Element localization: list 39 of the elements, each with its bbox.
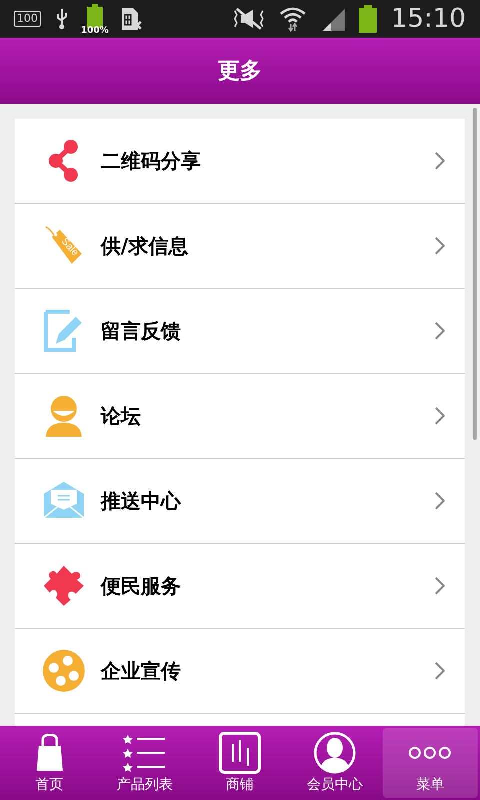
- wifi-icon: [279, 6, 308, 32]
- battery-icon: [87, 4, 103, 28]
- sim-count-indicator: 100: [14, 11, 41, 27]
- tab-bar-item[interactable]: 商铺: [192, 728, 288, 798]
- edit-icon: [44, 310, 84, 352]
- chevron-right-icon: [435, 322, 445, 340]
- puzzle-piece-icon: [43, 565, 85, 607]
- chevron-right-icon: [435, 662, 445, 680]
- tab-bar-item[interactable]: 菜单: [382, 728, 478, 798]
- chevron-right-icon: [435, 237, 445, 255]
- menu-item[interactable]: 二维码分享: [15, 119, 465, 204]
- more-dots-icon: [408, 746, 452, 760]
- sim-card-icon: [121, 7, 143, 31]
- menu-item[interactable]: 便民服务: [15, 544, 465, 629]
- menu-item[interactable]: 企业宣传: [15, 629, 465, 714]
- tab-bar-item[interactable]: 首页: [2, 728, 98, 798]
- user-smile-icon: [44, 395, 84, 437]
- usb-icon: [55, 8, 69, 30]
- menu-item[interactable]: 推送中心: [15, 459, 465, 544]
- battery-icon: [359, 5, 378, 33]
- tab-bar-item[interactable]: 产品列表: [97, 728, 192, 798]
- chevron-right-icon: [435, 577, 445, 595]
- share-icon: [49, 140, 79, 182]
- user-avatar-icon: [314, 732, 356, 774]
- page-title: 更多: [218, 58, 262, 86]
- bar-chart-icon: [219, 732, 261, 774]
- battery-percent: 100%: [81, 27, 109, 36]
- mute-icon: [233, 7, 266, 31]
- menu-item[interactable]: 留言反馈: [15, 289, 465, 374]
- film-reel-icon: [43, 650, 85, 692]
- menu-item[interactable]: 论坛: [15, 374, 465, 459]
- starred-list-icon: [122, 734, 167, 772]
- signal-icon: [321, 7, 346, 31]
- envelope-icon: [42, 482, 86, 520]
- chevron-right-icon: [435, 152, 445, 170]
- chevron-right-icon: [435, 492, 445, 510]
- clock-time: 15:10: [391, 6, 466, 32]
- chevron-right-icon: [435, 407, 445, 425]
- tab-bar-item[interactable]: 会员中心: [288, 728, 383, 798]
